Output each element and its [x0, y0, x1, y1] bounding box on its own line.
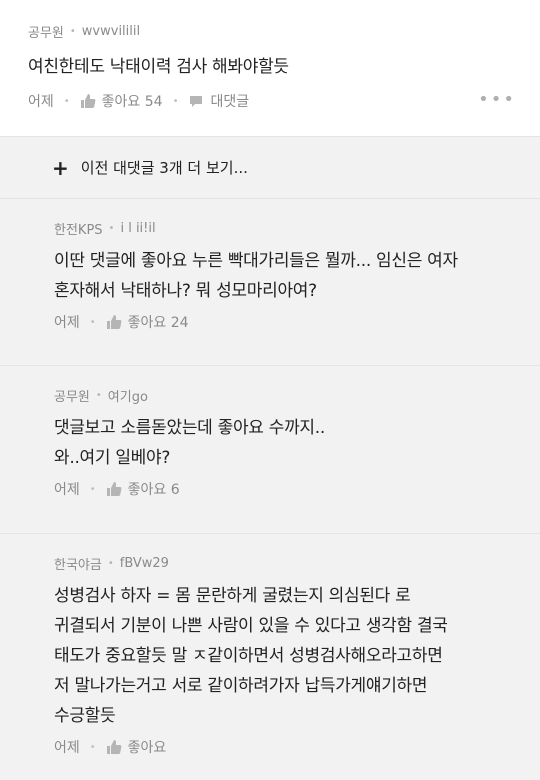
reply-meta: 한국야금 • fBVw29	[54, 554, 512, 573]
action-separator: •	[89, 741, 96, 753]
plus-icon: +	[52, 155, 69, 180]
reply-actions: 어제 • 좋아요 6	[54, 479, 512, 499]
reply-actions: 어제 • 좋아요	[54, 737, 512, 757]
comment-time: 어제	[28, 94, 54, 110]
reply-text: 이딴 댓글에 좋아요 누른 빡대가리들은 뭘까... 임신은 여자 혼자해서 낙…	[54, 246, 512, 306]
reply-time: 어제	[54, 740, 80, 756]
reply-text-line: 귀결되서 기분이 나쁜 사람이 있을 수 있다고 생각함 결국	[54, 616, 448, 636]
comment-meta: 공무원 • wvwvililil	[28, 22, 512, 41]
reply-item: 한국야금 • fBVw29 성병검사 하자 = 몸 문란하게 굴렸는지 의심된다…	[0, 534, 540, 780]
reply-time: 어제	[54, 482, 80, 498]
comment-card: 공무원 • wvwvililil 여친한테도 낙태이력 검사 해봐야할듯 어제 …	[0, 0, 540, 137]
reply-text: 성병검사 하자 = 몸 문란하게 굴렸는지 의심된다 로 귀결되서 기분이 나쁜…	[54, 581, 512, 731]
meta-dot: •	[107, 558, 114, 569]
like-count: 좋아요	[127, 740, 167, 756]
reply-text-line: 성병검사 하자 = 몸 문란하게 굴렸는지 의심된다 로	[54, 586, 411, 606]
author-nickname[interactable]: 여기go	[108, 386, 148, 405]
author-nickname[interactable]: wvwvililil	[82, 24, 140, 39]
like-count: 좋아요 6	[127, 482, 180, 498]
reply-item: 한전KPS • i l ii!il 이딴 댓글에 좋아요 누른 빡대가리들은 뭘…	[0, 199, 540, 366]
speech-bubble-icon	[190, 96, 203, 107]
reply-meta: 공무원 • 여기go	[54, 386, 512, 405]
reply-meta: 한전KPS • i l ii!il	[54, 219, 512, 238]
action-separator: •	[63, 95, 70, 107]
comment-actions: 어제 • 좋아요 54 • 대댓글	[28, 91, 512, 111]
more-dots-icon[interactable]: •••	[478, 89, 516, 110]
action-separator: •	[172, 95, 179, 107]
reply-time: 어제	[54, 315, 80, 331]
reply-button[interactable]: 대댓글	[188, 91, 249, 111]
load-more-replies-button[interactable]: + 이전 대댓글 3개 더 보기...	[0, 137, 540, 199]
thumbs-up-icon	[106, 482, 122, 496]
meta-dot: •	[108, 223, 115, 234]
meta-dot: •	[69, 26, 76, 37]
like-count: 좋아요 54	[101, 94, 163, 110]
reply-text-line: 수긍할듯	[54, 706, 116, 726]
reply-text-line: 와..여기 일베야?	[54, 448, 171, 468]
reply-label: 대댓글	[210, 94, 250, 110]
load-more-label: 이전 대댓글 3개 더 보기...	[80, 159, 248, 177]
author-nickname[interactable]: i l ii!il	[120, 221, 155, 236]
like-button[interactable]: 좋아요 6	[106, 479, 180, 499]
reply-text-line: 댓글보고 소름돋았는데 좋아요 수까지..	[54, 418, 325, 438]
reply-text-line: 저 말나가는거고 서로 같이하려가자 납득가게얘기하면	[54, 676, 428, 696]
action-separator: •	[89, 316, 96, 328]
reply-item: 공무원 • 여기go 댓글보고 소름돋았는데 좋아요 수까지.. 와..여기 일…	[0, 366, 540, 534]
reply-text-line: 태도가 중요할듯 말 ㅈ같이하면서 성병검사해오라고하면	[54, 646, 443, 666]
like-button[interactable]: 좋아요 54	[80, 91, 163, 111]
author-company[interactable]: 한국야금	[54, 554, 102, 573]
author-company[interactable]: 공무원	[54, 386, 90, 405]
reply-actions: 어제 • 좋아요 24	[54, 312, 512, 332]
reply-text: 댓글보고 소름돋았는데 좋아요 수까지.. 와..여기 일베야?	[54, 413, 512, 473]
author-company[interactable]: 한전KPS	[54, 219, 103, 238]
like-button[interactable]: 좋아요 24	[106, 312, 189, 332]
author-company[interactable]: 공무원	[28, 22, 64, 41]
meta-dot: •	[95, 390, 102, 401]
action-separator: •	[89, 483, 96, 495]
thumbs-up-icon	[106, 740, 122, 754]
reply-text-line: 혼자해서 낙태하나? 뭐 성모마리아여?	[54, 281, 317, 301]
thumbs-up-icon	[80, 94, 96, 108]
like-button[interactable]: 좋아요	[106, 737, 167, 757]
reply-text-line: 이딴 댓글에 좋아요 누른 빡대가리들은 뭘까... 임신은 여자	[54, 251, 458, 271]
author-nickname[interactable]: fBVw29	[120, 556, 169, 571]
thumbs-up-icon	[106, 315, 122, 329]
comment-text: 여친한테도 낙태이력 검사 해봐야할듯	[28, 57, 289, 77]
like-count: 좋아요 24	[127, 315, 189, 331]
